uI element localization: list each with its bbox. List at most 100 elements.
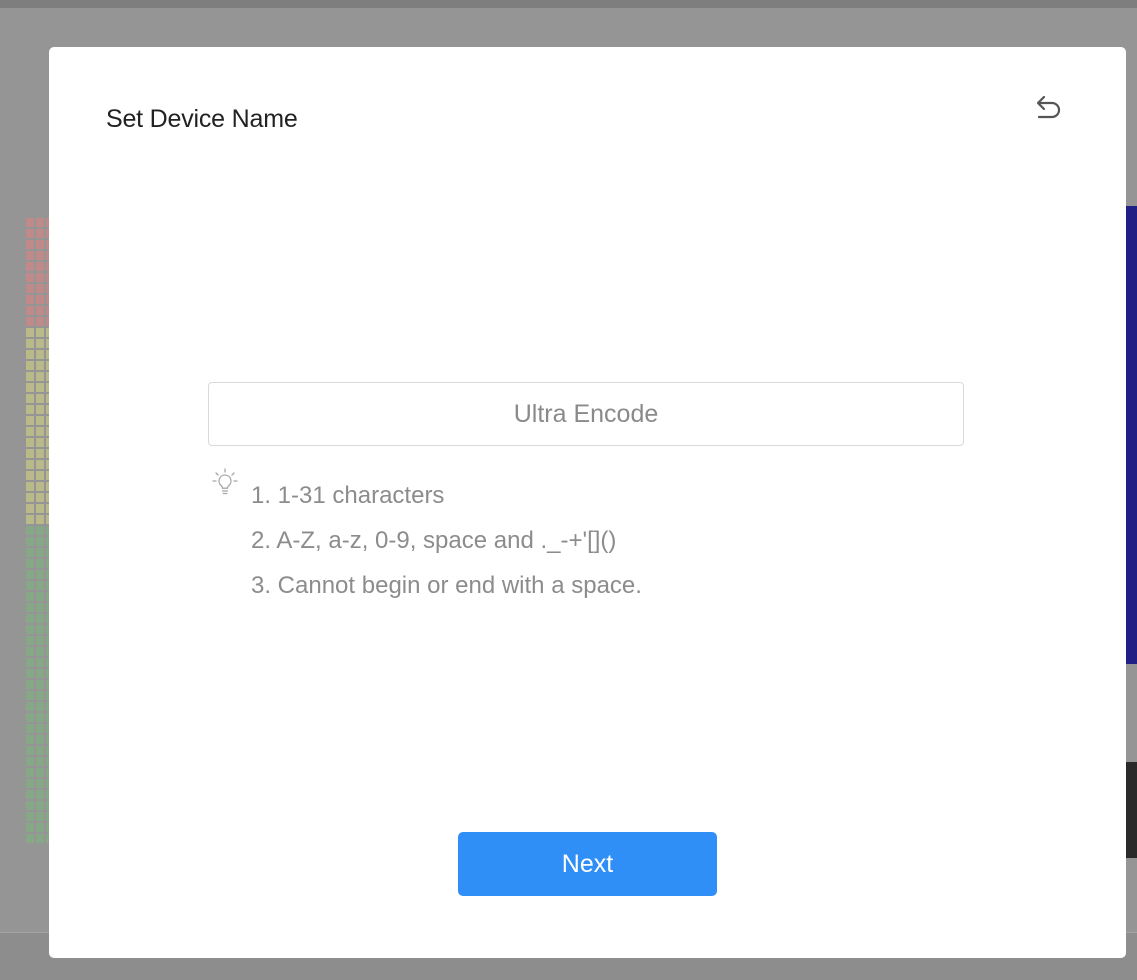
next-button[interactable]: Next [458, 832, 717, 896]
dialog-title: Set Device Name [106, 105, 298, 133]
rule-length: 1. 1-31 characters [251, 482, 445, 509]
meter-segment [26, 757, 34, 766]
meter-segment [26, 526, 34, 535]
meter-segment [26, 317, 34, 326]
meter-segment [26, 691, 34, 700]
meter-segment [26, 614, 34, 623]
set-device-name-dialog: Set Device Name 1. 1-31 characters 2. A-… [49, 47, 1126, 958]
meter-segment [26, 251, 34, 260]
meter-segment [36, 339, 44, 348]
meter-segment [26, 405, 34, 414]
meter-segment [26, 735, 34, 744]
meter-segment [36, 383, 44, 392]
meter-segment [36, 306, 44, 315]
rule-no-leading-trailing-space: 3. Cannot begin or end with a space. [251, 572, 642, 599]
meter-segment [26, 768, 34, 777]
meter-segment [26, 592, 34, 601]
meter-segment [36, 812, 44, 821]
meter-segment [36, 834, 44, 843]
meter-segment [26, 702, 34, 711]
meter-segment [26, 438, 34, 447]
meter-segment [26, 647, 34, 656]
meter-segment [26, 229, 34, 238]
meter-segment [36, 438, 44, 447]
meter-segment [36, 614, 44, 623]
meter-segment [26, 262, 34, 271]
meter-segment [26, 295, 34, 304]
meter-segment [26, 240, 34, 249]
meter-segment [26, 779, 34, 788]
meter-segment [36, 592, 44, 601]
meter-segment [36, 537, 44, 546]
meter-segment [26, 394, 34, 403]
meter-segment [36, 625, 44, 634]
meter-segment [26, 746, 34, 755]
meter-segment [36, 350, 44, 359]
meter-segment [36, 768, 44, 777]
meter-segment [36, 790, 44, 799]
meter-segment [36, 229, 44, 238]
meter-segment [26, 790, 34, 799]
meter-segment [36, 284, 44, 293]
meter-segment [26, 537, 34, 546]
meter-segment [26, 361, 34, 370]
meter-segment [36, 295, 44, 304]
meter-segment [36, 427, 44, 436]
meter-segment [36, 636, 44, 645]
meter-segment [26, 812, 34, 821]
meter-segment [36, 823, 44, 832]
meter-segment [36, 482, 44, 491]
meter-segment [26, 559, 34, 568]
meter-segment [36, 570, 44, 579]
meter-segment [26, 625, 34, 634]
lightbulb-icon [212, 468, 238, 495]
meter-segment [36, 515, 44, 524]
meter-segment [26, 515, 34, 524]
name-rules-list: 1. 1-31 characters 2. A-Z, a-z, 0-9, spa… [251, 473, 642, 608]
meter-segment [36, 658, 44, 667]
meter-segment [26, 471, 34, 480]
meter-segment [26, 218, 34, 227]
meter-segment [26, 460, 34, 469]
meter-segment [26, 636, 34, 645]
meter-segment [36, 504, 44, 513]
meter-segment [36, 328, 44, 337]
device-name-input[interactable] [208, 382, 964, 446]
meter-segment [26, 658, 34, 667]
rule-allowed-characters: 2. A-Z, a-z, 0-9, space and ._-+'[]() [251, 527, 617, 554]
meter-segment [36, 273, 44, 282]
meter-segment [26, 273, 34, 282]
meter-segment [36, 801, 44, 810]
meter-segment [36, 735, 44, 744]
meter-segment [26, 801, 34, 810]
meter-segment [36, 603, 44, 612]
meter-segment [36, 218, 44, 227]
meter-segment [26, 482, 34, 491]
meter-segment [36, 251, 44, 260]
meter-segment [36, 746, 44, 755]
meter-segment [26, 449, 34, 458]
meter-segment [36, 405, 44, 414]
meter-segment [26, 383, 34, 392]
meter-segment [26, 570, 34, 579]
meter-segment [26, 669, 34, 678]
meter-segment [36, 394, 44, 403]
meter-segment [36, 724, 44, 733]
meter-segment [36, 713, 44, 722]
undo-arrow-icon [1036, 95, 1061, 119]
meter-segment [26, 504, 34, 513]
meter-segment [36, 471, 44, 480]
meter-segment [36, 548, 44, 557]
back-button[interactable] [1029, 91, 1065, 127]
meter-segment [36, 559, 44, 568]
meter-segment [26, 834, 34, 843]
meter-segment [36, 691, 44, 700]
meter-segment [36, 416, 44, 425]
meter-segment [26, 713, 34, 722]
meter-segment [36, 493, 44, 502]
meter-segment [26, 306, 34, 315]
meter-segment [36, 449, 44, 458]
meter-segment [36, 526, 44, 535]
background-top-bar [0, 0, 1137, 8]
meter-segment [26, 823, 34, 832]
